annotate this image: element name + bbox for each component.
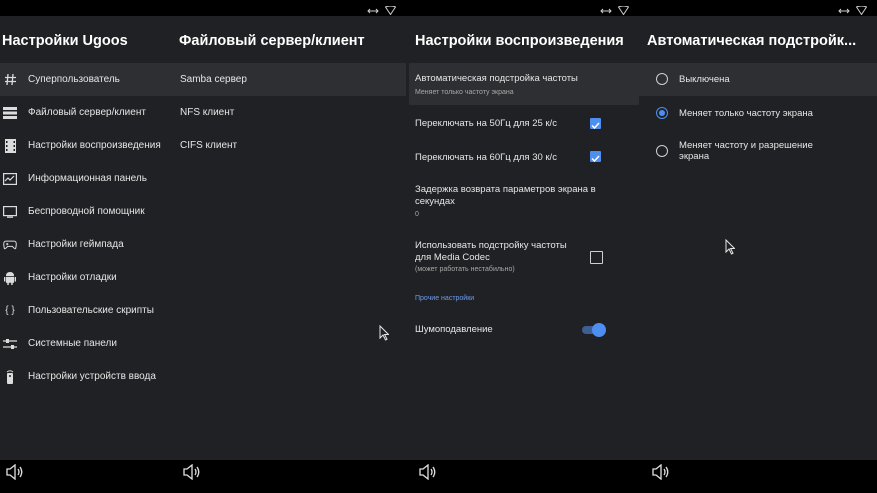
sidebar-item-label: Настройки геймпада: [28, 239, 124, 250]
file-server-panel: Файловый сервер/клиент Samba сервер NFS …: [166, 16, 406, 460]
switch-60hz-row[interactable]: Переключать на 60Гц для 30 к/с: [406, 141, 639, 171]
switch-50hz-label: Переключать на 50Гц для 25 к/с: [415, 118, 557, 129]
playback-panel: Настройки воспроизведения Автоматическая…: [406, 16, 639, 460]
option-off-label: Выключена: [679, 74, 730, 85]
ugoos-settings-column: Настройки Ugoos Суперпользователь Файлов…: [0, 0, 166, 493]
page-title: Настройки Ugoos: [2, 33, 128, 49]
volume-icon[interactable]: [6, 463, 24, 485]
sidebar-item-system-panels[interactable]: Системные панели: [0, 327, 166, 360]
sidebar-item-label: Информационная панель: [28, 173, 147, 184]
restore-delay-row[interactable]: Задержка возврата параметров экрана в се…: [409, 176, 639, 228]
switch-60hz-label: Переключать на 60Гц для 30 к/с: [415, 152, 557, 163]
restore-delay-value: 0: [415, 211, 419, 218]
auto-rate-row[interactable]: Автоматическая подстройка частоты Меняет…: [409, 63, 639, 105]
android-icon: [3, 271, 17, 285]
braces-icon: { }: [5, 305, 15, 316]
navigation-bar: [406, 460, 639, 493]
auto-rate-label: Автоматическая подстройка частоты: [415, 73, 578, 84]
toggle-thumb: [592, 323, 606, 337]
media-codec-label-line1: Использовать подстройку частоты: [415, 240, 567, 251]
wifi-icon: [384, 2, 397, 20]
page-title: Настройки воспроизведения: [415, 33, 624, 49]
option-off[interactable]: Выключена: [639, 63, 877, 96]
noise-reduction-row[interactable]: Шумоподавление: [406, 317, 639, 343]
status-bar: [406, 0, 639, 16]
sidebar-item-input-devices[interactable]: Настройки устройств ввода: [0, 360, 166, 393]
switch-60hz-checkbox[interactable]: [590, 151, 601, 163]
cast-icon: [3, 205, 17, 219]
status-bar: [639, 0, 877, 16]
sidebar-item-label: Настройки воспроизведения: [28, 140, 161, 151]
sidebar-item-wireless[interactable]: Беспроводной помощник: [0, 195, 166, 228]
option-rate-resolution-label-line2: экрана: [679, 151, 710, 162]
noise-reduction-label: Шумоподавление: [415, 324, 493, 335]
media-codec-checkbox[interactable]: [590, 251, 603, 264]
ugoos-settings-panel: Настройки Ugoos Суперпользователь Файлов…: [0, 16, 166, 460]
list-item-label: NFS клиент: [180, 107, 235, 118]
list-item-label: Samba сервер: [180, 74, 247, 85]
navigation-bar: [0, 460, 166, 493]
media-codec-label-line2: для Media Codec: [415, 252, 490, 263]
film-icon: [3, 138, 17, 153]
option-rate-only-label: Меняет только частоту экрана: [679, 108, 813, 119]
sidebar-item-label: Файловый сервер/клиент: [28, 107, 146, 118]
status-bar: [166, 0, 406, 16]
sidebar-item-label: Настройки устройств ввода: [28, 371, 156, 382]
hash-icon: [3, 73, 17, 87]
volume-icon[interactable]: [419, 463, 437, 485]
auto-rate-column: Автоматическая подстройк... Выключена Ме…: [639, 0, 877, 493]
sidebar-item-label: Суперпользователь: [28, 74, 120, 85]
option-rate-only[interactable]: Меняет только частоту экрана: [639, 97, 877, 130]
page-title: Файловый сервер/клиент: [179, 33, 365, 49]
sidebar-item-debug[interactable]: Настройки отладки: [0, 261, 166, 294]
sidebar-item-label: Беспроводной помощник: [28, 206, 145, 217]
file-server-column: Файловый сервер/клиент Samba сервер NFS …: [166, 0, 406, 493]
sidebar-item-superuser[interactable]: Суперпользователь: [0, 63, 166, 96]
swap-arrows-icon: [367, 2, 379, 20]
list-item-samba-server[interactable]: Samba сервер: [166, 63, 406, 96]
mouse-cursor-icon: [379, 325, 389, 341]
list-item-cifs-client[interactable]: CIFS клиент: [166, 129, 406, 162]
navigation-bar: [639, 460, 877, 493]
page-title: Автоматическая подстройк...: [647, 33, 857, 49]
option-rate-only-radio[interactable]: [656, 107, 668, 119]
media-codec-row[interactable]: Использовать подстройку частоты для Medi…: [406, 234, 639, 282]
chart-icon: [3, 172, 17, 186]
option-rate-resolution-label-line1: Меняет частоту и разрешение: [679, 140, 813, 151]
restore-delay-label-line2: секундах: [415, 196, 455, 207]
noise-reduction-toggle[interactable]: [582, 323, 606, 337]
sidebar-item-label: Пользовательские скрипты: [28, 305, 154, 316]
gamepad-icon: [3, 238, 17, 252]
option-rate-resolution[interactable]: Меняет частоту и разрешение экрана: [639, 132, 877, 172]
option-rate-resolution-radio[interactable]: [656, 145, 668, 157]
auto-rate-panel: Автоматическая подстройк... Выключена Ме…: [639, 16, 877, 460]
media-codec-note: (может работать нестабильно): [415, 266, 515, 273]
remote-icon: [3, 369, 17, 384]
playback-column: Настройки воспроизведения Автоматическая…: [406, 0, 639, 493]
list-item-label: CIFS клиент: [180, 140, 238, 151]
mouse-cursor-icon: [725, 239, 735, 255]
auto-rate-summary: Меняет только частоту экрана: [415, 89, 514, 96]
server-icon: [3, 106, 17, 120]
volume-icon[interactable]: [652, 463, 670, 485]
sidebar-item-playback[interactable]: Настройки воспроизведения: [0, 129, 166, 162]
other-settings-header: Прочие настройки: [415, 295, 475, 302]
sidebar-item-gamepad[interactable]: Настройки геймпада: [0, 228, 166, 261]
sidebar-item-label: Системные панели: [28, 338, 117, 349]
sidebar-item-file-server[interactable]: Файловый сервер/клиент: [0, 96, 166, 129]
sidebar-item-scripts[interactable]: { } Пользовательские скрипты: [0, 294, 166, 327]
switch-50hz-checkbox[interactable]: [590, 118, 601, 130]
volume-icon[interactable]: [183, 463, 201, 485]
sidebar-item-label: Настройки отладки: [28, 272, 117, 283]
switch-50hz-row[interactable]: Переключать на 50Гц для 25 к/с: [406, 108, 639, 138]
option-off-radio[interactable]: [656, 73, 668, 85]
sidebar-item-info-panel[interactable]: Информационная панель: [0, 162, 166, 195]
navigation-bar: [166, 460, 406, 493]
list-item-nfs-client[interactable]: NFS клиент: [166, 96, 406, 129]
restore-delay-label-line1: Задержка возврата параметров экрана в: [415, 184, 596, 195]
sliders-icon: [3, 337, 17, 351]
